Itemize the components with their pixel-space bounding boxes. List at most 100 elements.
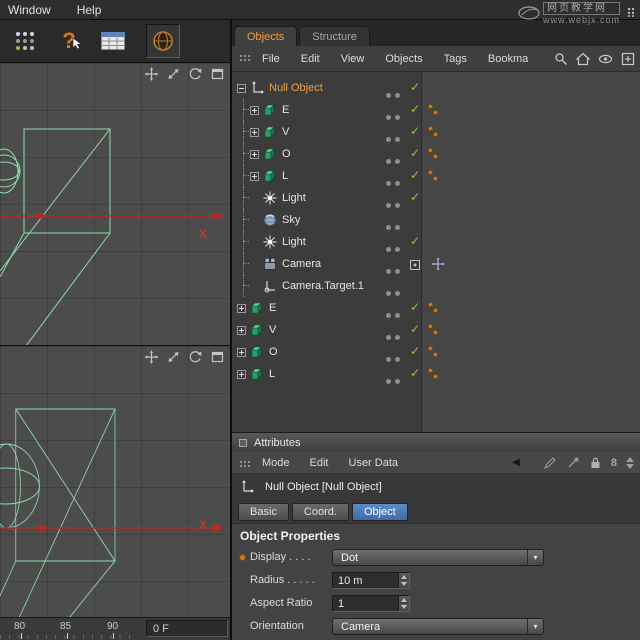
menubar-grid-icon[interactable] xyxy=(627,4,637,22)
tree-row[interactable]: Light ✓ xyxy=(232,187,640,209)
content-browser-tool-button[interactable] xyxy=(146,24,180,58)
tab-basic[interactable]: Basic xyxy=(238,503,289,521)
menu-objects[interactable]: Objects xyxy=(385,53,422,65)
anim-dot-icon[interactable] xyxy=(239,554,246,561)
snap-points-tool-button[interactable] xyxy=(8,24,42,58)
move-cross-icon[interactable] xyxy=(431,257,445,276)
tree-item-label[interactable]: Light xyxy=(282,192,306,204)
tree-row[interactable]: Light ✓ xyxy=(232,231,640,253)
tree-item-label[interactable]: O xyxy=(282,148,291,160)
tag-dots-icon[interactable] xyxy=(428,367,440,381)
tree-item-label[interactable]: E xyxy=(282,104,289,116)
tree-row[interactable]: L ✓ xyxy=(232,165,640,187)
expand-toggle-icon[interactable] xyxy=(250,150,259,159)
menu-bookmarks[interactable]: Bookma xyxy=(488,53,528,65)
menu-tags[interactable]: Tags xyxy=(444,53,467,65)
tag-dots-icon[interactable] xyxy=(428,125,440,139)
enabled-check-icon[interactable]: ✓ xyxy=(410,146,420,160)
expand-toggle-icon[interactable] xyxy=(250,128,259,137)
menu-mode[interactable]: Mode xyxy=(262,457,290,469)
add-panel-icon[interactable] xyxy=(621,52,635,66)
tree-row[interactable]: V ✓ xyxy=(232,121,640,143)
back-arrow-icon[interactable]: ◀ xyxy=(512,457,520,468)
display-dropdown[interactable]: Dot ▾ xyxy=(332,549,544,566)
menu-view[interactable]: View xyxy=(341,53,365,65)
expand-toggle-icon[interactable] xyxy=(237,304,246,313)
tag-dots-icon[interactable] xyxy=(428,323,440,337)
enabled-check-icon[interactable]: ✓ xyxy=(410,190,420,204)
aspect-ratio-stepper[interactable]: 1 xyxy=(332,595,410,612)
tab-objects[interactable]: Objects xyxy=(234,26,297,46)
orientation-dropdown[interactable]: Camera ▾ xyxy=(332,618,544,635)
enabled-check-icon[interactable]: ✓ xyxy=(410,102,420,116)
tree-row[interactable]: Camera.Target.1 xyxy=(232,275,640,297)
search-icon[interactable] xyxy=(554,52,568,66)
tab-coord[interactable]: Coord. xyxy=(292,503,349,521)
radius-stepper[interactable]: 10 m xyxy=(332,572,410,589)
tag-dots-icon[interactable] xyxy=(428,103,440,117)
tree-item-label[interactable]: Null Object xyxy=(269,82,323,94)
pen-icon[interactable] xyxy=(543,456,557,470)
viewport-top[interactable]: X xyxy=(0,62,230,345)
expand-toggle-icon[interactable] xyxy=(237,370,246,379)
tree-item-label[interactable]: V xyxy=(269,324,276,336)
menu-help[interactable]: Help xyxy=(77,3,102,17)
tree-row[interactable]: Camera xyxy=(232,253,640,275)
panel-handle-icon[interactable] xyxy=(239,460,251,473)
expand-toggle-icon[interactable] xyxy=(250,172,259,181)
enabled-check-icon[interactable]: ✓ xyxy=(410,80,420,94)
help-tool-button[interactable]: ? xyxy=(52,24,86,58)
pin-icon[interactable] xyxy=(566,456,580,470)
maximize-icon[interactable] xyxy=(210,350,225,364)
tree-item-label[interactable]: O xyxy=(269,346,278,358)
camera-focus-icon[interactable] xyxy=(409,258,421,276)
menu-edit[interactable]: Edit xyxy=(301,53,320,65)
spreadsheet-tool-button[interactable] xyxy=(96,24,130,58)
tree-item-label[interactable]: V xyxy=(282,126,289,138)
timeline-ruler[interactable]: 80 85 90 0 F xyxy=(0,617,230,640)
tree-item-label[interactable]: Sky xyxy=(282,214,300,226)
tree-row[interactable]: O ✓ xyxy=(232,341,640,363)
tree-item-label[interactable]: L xyxy=(269,368,275,380)
panel-handle-icon[interactable] xyxy=(239,54,251,67)
eye-icon[interactable] xyxy=(598,52,613,66)
tree-item-label[interactable]: L xyxy=(282,170,288,182)
tag-dots-icon[interactable] xyxy=(428,147,440,161)
menu-window[interactable]: Window xyxy=(8,3,51,17)
dolly-icon[interactable] xyxy=(166,350,181,364)
tree-row[interactable]: O ✓ xyxy=(232,143,640,165)
current-frame-field[interactable]: 0 F xyxy=(146,620,228,637)
menu-user-data[interactable]: User Data xyxy=(349,457,399,469)
pan-icon[interactable] xyxy=(144,350,159,364)
pan-icon[interactable] xyxy=(144,67,159,81)
enabled-check-icon[interactable]: ✓ xyxy=(410,344,420,358)
menu-edit[interactable]: Edit xyxy=(310,457,329,469)
menu-file[interactable]: File xyxy=(262,53,280,65)
viewport-bottom[interactable]: X xyxy=(0,345,230,637)
dolly-icon[interactable] xyxy=(166,67,181,81)
enabled-check-icon[interactable]: ✓ xyxy=(410,234,420,248)
tree-item-label[interactable]: Camera xyxy=(282,258,321,270)
tag-dots-icon[interactable] xyxy=(428,169,440,183)
tab-structure[interactable]: Structure xyxy=(299,26,370,46)
tag-dots-icon[interactable] xyxy=(428,301,440,315)
maximize-icon[interactable] xyxy=(210,67,225,81)
stepper-arrows-icon[interactable] xyxy=(398,596,409,611)
expand-toggle-icon[interactable] xyxy=(250,106,259,115)
tree-row[interactable]: Sky xyxy=(232,209,640,231)
tree-row[interactable]: L ✓ xyxy=(232,363,640,385)
link-icon[interactable]: 8 xyxy=(611,457,617,469)
expand-toggle-icon[interactable] xyxy=(237,84,246,93)
tab-object[interactable]: Object xyxy=(352,503,408,521)
expand-toggle-icon[interactable] xyxy=(237,348,246,357)
enabled-check-icon[interactable]: ✓ xyxy=(410,124,420,138)
scroll-arrows-icon[interactable] xyxy=(626,457,634,469)
stepper-arrows-icon[interactable] xyxy=(398,573,409,588)
tree-item-label[interactable]: Camera.Target.1 xyxy=(282,280,364,292)
tree-item-label[interactable]: Light xyxy=(282,236,306,248)
expand-toggle-icon[interactable] xyxy=(237,326,246,335)
enabled-check-icon[interactable]: ✓ xyxy=(410,322,420,336)
visibility-dots[interactable] xyxy=(386,371,404,389)
enabled-check-icon[interactable]: ✓ xyxy=(410,168,420,182)
rotate-icon[interactable] xyxy=(188,350,203,364)
